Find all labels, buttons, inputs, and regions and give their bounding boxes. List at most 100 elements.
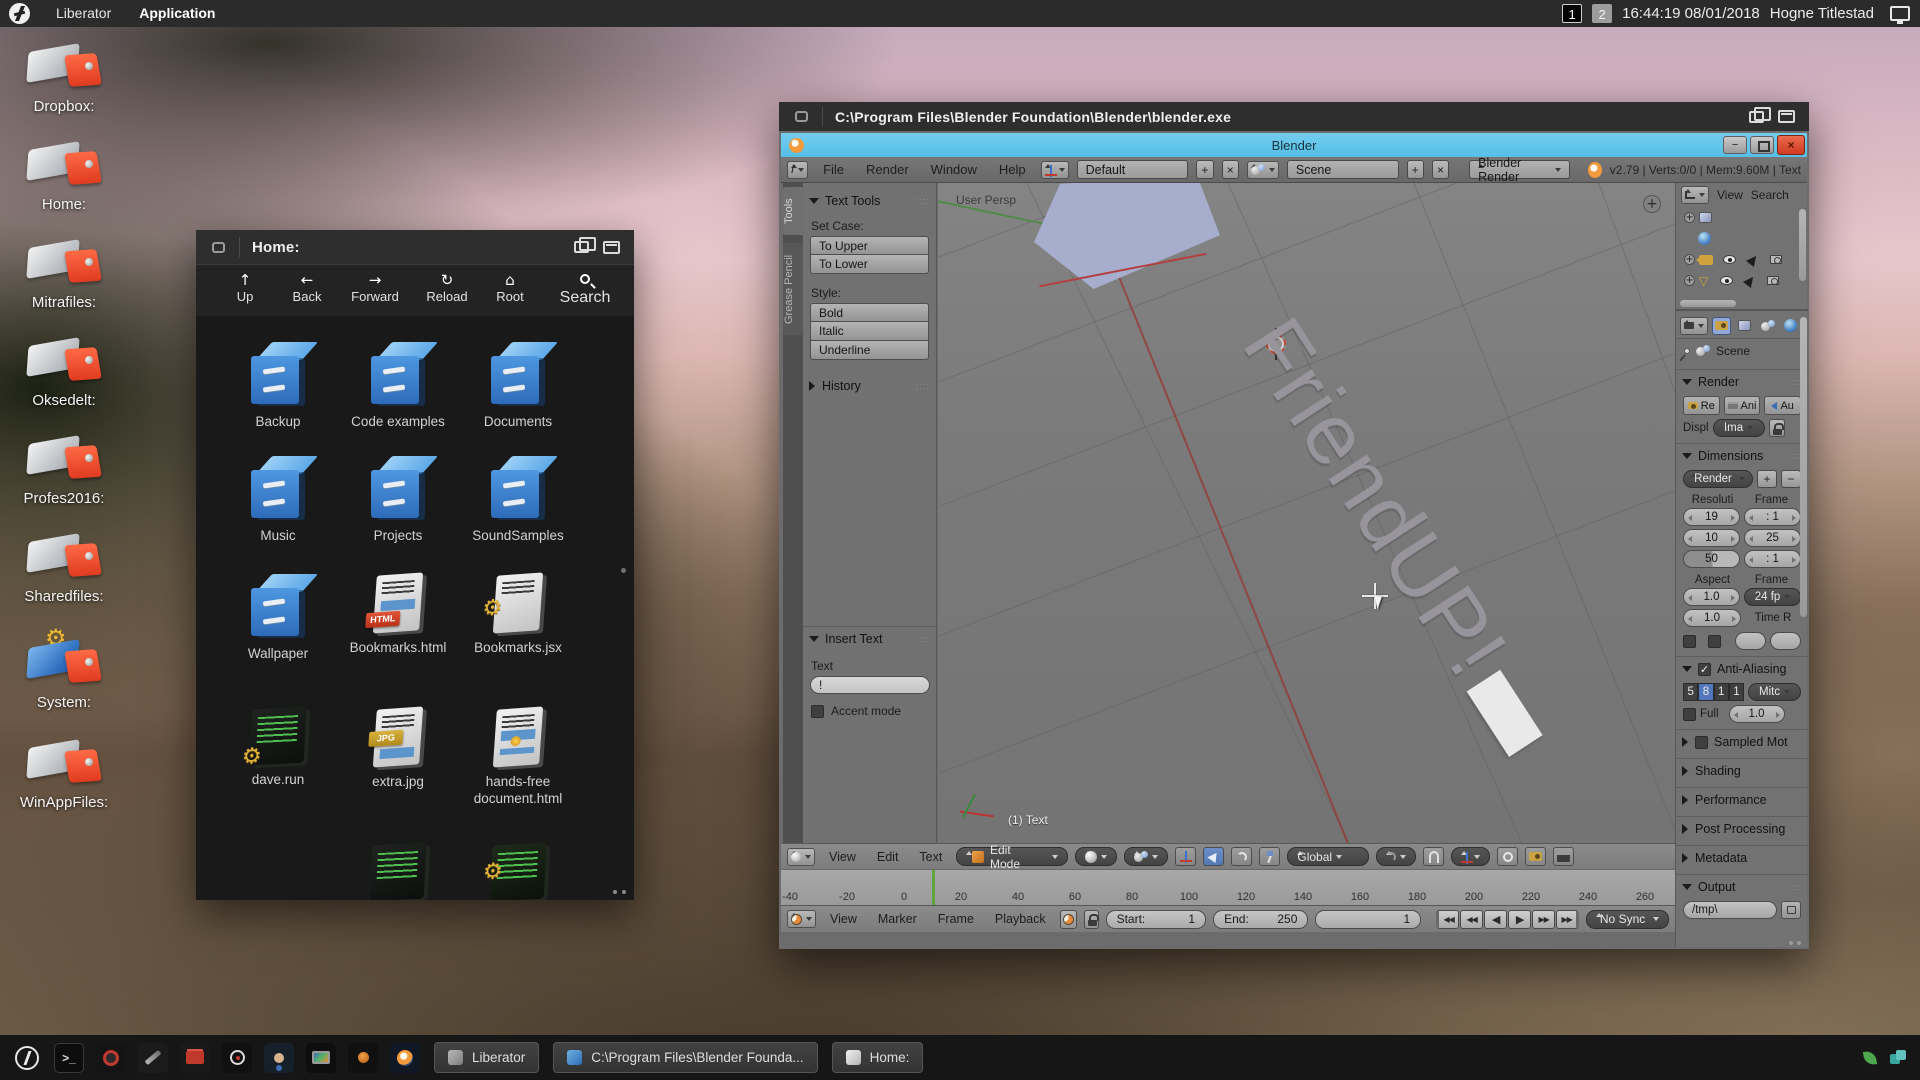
italic-button[interactable]: Italic [810,322,929,341]
window-stack-icon[interactable] [1749,111,1764,123]
fps-selector[interactable]: 24 fp [1744,588,1801,606]
camera-app-icon[interactable] [222,1043,252,1073]
tab-tools[interactable]: Tools [783,187,803,235]
media-app-icon[interactable] [348,1043,378,1073]
timeline-menu-playback[interactable]: Playback [988,912,1053,926]
add-scene-button[interactable]: + [1407,160,1424,179]
display-mode-selector[interactable]: Ima [1713,419,1765,437]
manipulator-rotate-icon[interactable] [1231,847,1252,866]
editor-type-icon[interactable]: i [787,161,808,179]
aspect-y-field[interactable]: 1.0 [1683,609,1741,627]
snap-target-icon[interactable] [1497,847,1518,866]
underline-button[interactable]: Underline [810,341,929,360]
outliner-row-camera[interactable]: + [1676,249,1808,270]
reload-button[interactable]: ↻ Reload [412,271,482,306]
render-opengl-icon[interactable] [1525,847,1546,866]
file-projects[interactable]: Projects [338,456,458,545]
root-button[interactable]: ⌂ Root [482,271,538,306]
post-processing-panel-header[interactable]: Post Processing [1676,819,1808,839]
terminal-icon[interactable]: >_ [54,1043,84,1073]
selectability-icon[interactable] [1746,252,1760,266]
history-panel-header[interactable]: History:::: [803,376,936,396]
taskbar-button-liberator[interactable]: Liberator [434,1042,539,1073]
file-documents[interactable]: Documents [458,342,578,431]
workspaces-icon[interactable] [1890,1050,1906,1066]
to-lower-button[interactable]: To Lower [810,255,929,274]
region-expand-icon[interactable]: + [1643,195,1661,213]
scene-selector[interactable]: Scene [1287,160,1399,179]
snap-magnet-icon[interactable] [1423,847,1444,866]
outliner-row-world[interactable] [1676,228,1808,249]
editor-type-icon[interactable] [1681,186,1709,204]
current-frame-field[interactable]: 1 [1315,910,1421,929]
lock-icon[interactable] [1084,910,1098,929]
editor-type-icon[interactable] [787,910,816,928]
expand-icon[interactable]: + [1684,275,1695,286]
pin-icon[interactable] [1683,347,1691,355]
expand-icon[interactable]: + [1684,212,1695,223]
viewport-3d[interactable]: FriendUP! User Persp (1) Text + [938,183,1675,843]
mode-selector[interactable]: Edit Mode [956,847,1068,866]
text-object[interactable]: FriendUP! [1223,301,1575,769]
render-panel-header[interactable]: Render:::: [1676,372,1808,392]
selected-plane[interactable] [1034,183,1220,289]
file-backup[interactable]: Backup [218,342,338,431]
aspect-x-field[interactable]: 1.0 [1683,588,1740,606]
forward-button[interactable]: → Forward [338,271,412,306]
tab-scene[interactable] [1758,317,1777,335]
time-remap-new[interactable] [1770,632,1801,650]
layout-selector[interactable]: Default [1077,160,1189,179]
render-animation-icon[interactable] [1553,847,1574,866]
file-hands-free-document[interactable]: hands-free document.html [458,708,578,808]
menu-liberator[interactable]: Liberator [42,0,125,27]
taskbar-button-blender[interactable]: C:\Program Files\Blender Founda... [553,1042,817,1073]
animation-button[interactable]: Ani [1724,396,1761,415]
maximize-button[interactable] [1750,136,1774,154]
snap-element-selector[interactable] [1451,847,1490,866]
window-shade-icon[interactable] [1778,110,1795,123]
performance-panel-header[interactable]: Performance [1676,790,1808,810]
desktop-icon-system[interactable]: ⚙ System: [14,640,114,711]
timeline-ruler[interactable]: -40 -20 0 20 40 60 80 100 120 140 160 18… [781,869,1675,905]
window-shade-icon[interactable] [603,241,620,254]
dimensions-preset-selector[interactable]: Render [1683,470,1753,488]
aa-samples-buttons[interactable]: 5 8 1 1 [1683,683,1744,701]
time-remap-old[interactable] [1735,632,1766,650]
frame-end-field[interactable]: 25 [1744,529,1801,547]
scrollbar-thumb[interactable] [621,568,626,573]
filter-size-field[interactable]: 1.0 [1729,705,1785,723]
file-browse-icon[interactable] [1781,901,1801,919]
remove-layout-button[interactable]: × [1222,160,1239,179]
up-button[interactable]: ↑ Up [214,271,276,306]
frame-end-field[interactable]: End:250 [1213,910,1308,929]
visibility-icon[interactable] [1723,255,1736,264]
file-wallpaper[interactable]: Wallpaper [218,574,338,663]
properties-scrollbar[interactable] [1800,317,1807,617]
jump-start-button[interactable]: ◀◀ [1436,910,1459,929]
border-checkbox[interactable] [1683,635,1696,648]
pivot-selector[interactable] [1124,847,1168,866]
prev-keyframe-button[interactable]: ◀◀ [1460,910,1483,929]
current-frame-marker[interactable] [932,870,935,906]
output-panel-header[interactable]: Output:::: [1676,877,1808,897]
output-path-field[interactable]: /tmp\ [1683,901,1777,919]
manipulator-scale-icon[interactable] [1259,847,1280,866]
desktop-icon-sharedfiles[interactable]: Sharedfiles: [14,534,114,605]
timeline-menu-marker[interactable]: Marker [871,912,924,926]
file-music[interactable]: Music [218,456,338,545]
resolution-percent-slider[interactable]: 50 [1683,550,1740,568]
play-reverse-button[interactable]: ◀ [1484,910,1507,929]
next-keyframe-button[interactable]: ▶▶ [1532,910,1555,929]
status-icon[interactable] [1863,1050,1877,1066]
viewport-menu-edit[interactable]: Edit [870,850,906,864]
text-tools-panel-header[interactable]: Text Tools:::: [803,191,936,211]
shading-panel-header[interactable]: Shading [1676,761,1808,781]
orientation-selector[interactable]: Global [1287,847,1369,866]
insert-text-input[interactable] [810,676,930,694]
jump-end-button[interactable]: ▶▶ [1556,910,1579,929]
unlock-icon[interactable] [1769,419,1785,437]
friend-menu-icon[interactable] [12,1043,42,1073]
dimensions-panel-header[interactable]: Dimensions:::: [1676,446,1808,466]
remove-preset-button[interactable]: − [1781,470,1801,488]
file-bookmarks-jsx[interactable]: ⚙ Bookmarks.jsx [458,574,578,657]
